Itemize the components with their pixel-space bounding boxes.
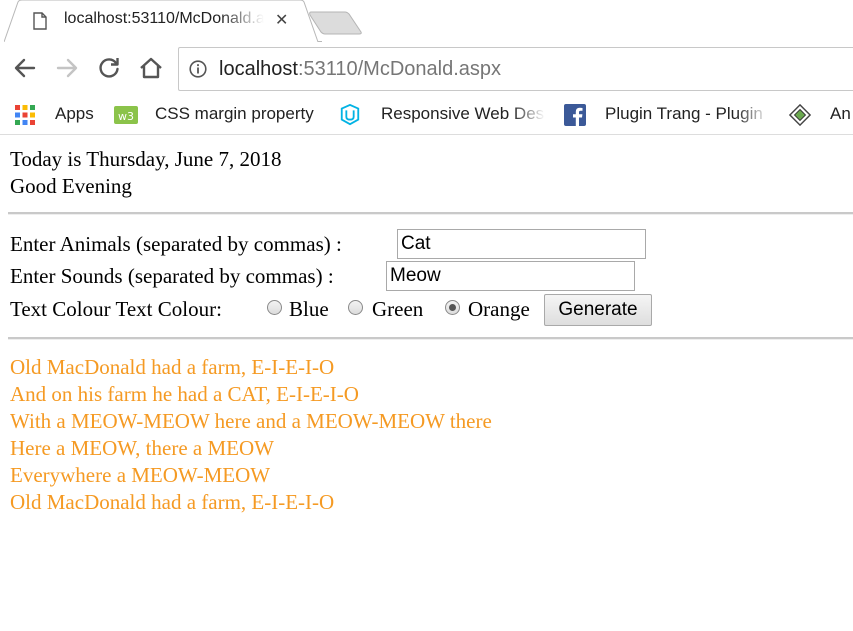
sounds-input[interactable] [386,261,635,291]
top-divider [8,212,853,215]
song-line: Old MacDonald had a farm, E-I-E-I-O [10,490,335,514]
orange-radio[interactable] [445,300,460,315]
bookmark-css-margin[interactable]: w3 CSS margin property [114,96,328,134]
bookmark-plugin-trang[interactable]: Plugin Trang - Plugin [564,96,774,134]
w3schools-icon: w3 [114,106,138,124]
bookmark-label: Plugin Trang - Plugin [605,104,763,123]
url-path: :53110/McDonald.aspx [297,58,502,80]
udacity-icon [340,104,360,126]
home-icon[interactable] [138,54,164,82]
facebook-icon [564,104,586,126]
song-line: Everywhere a MEOW-MEOW [10,463,271,487]
tab-strip: localhost:53110/McDonald.aspx ✕ [0,0,853,42]
greeting-line: Good Evening [10,174,132,198]
generate-button[interactable]: Generate [544,294,652,326]
url-text: localhost:53110/McDonald.aspx [219,58,501,81]
orange-label: Orange [468,297,530,321]
blue-label: Blue [289,297,329,321]
reload-icon[interactable] [96,54,122,82]
bookmark-an[interactable]: An [788,96,853,134]
address-bar[interactable]: localhost:53110/McDonald.aspx [178,47,853,91]
song-line: Here a MEOW, there a MEOW [10,436,274,460]
date-line: Today is Thursday, June 7, 2018 [10,147,282,171]
url-host: localhost [219,58,298,80]
tab-title: localhost:53110/McDonald.aspx [64,10,264,27]
site-icon [788,104,812,126]
bookmarks-bar: Apps w3 CSS margin property Responsive W… [0,96,853,135]
colour-label: Text Colour Text Colour: [10,297,222,321]
apps-grid-icon [15,105,35,125]
page-content: Today is Thursday, June 7, 2018 Good Eve… [10,146,853,200]
sounds-label: Enter Sounds (separated by commas) : [10,264,334,288]
green-radio[interactable] [348,300,363,315]
blue-radio[interactable] [267,300,282,315]
page-icon [33,12,47,30]
bookmark-label: Responsive Web Design [381,104,545,123]
song-line: Old MacDonald had a farm, E-I-E-I-O [10,355,335,379]
close-tab-icon[interactable]: ✕ [275,10,288,29]
back-icon[interactable] [12,54,38,82]
animals-input[interactable] [397,229,646,259]
song-line: With a MEOW-MEOW here and a MEOW-MEOW th… [10,409,492,433]
bookmark-label: CSS margin property [155,104,314,123]
info-icon[interactable] [189,60,207,78]
forward-icon[interactable] [54,54,80,82]
new-tab-button[interactable] [309,10,365,36]
green-label: Green [372,297,424,321]
bookmark-label: An [830,104,851,123]
browser-tab[interactable]: localhost:53110/McDonald.aspx ✕ [4,0,322,42]
animals-label: Enter Animals (separated by commas) : [10,232,342,256]
bookmark-apps[interactable]: Apps [14,96,104,134]
bookmark-label: Apps [55,104,94,123]
bookmark-responsive-web-design[interactable]: Responsive Web Design [338,96,548,134]
svg-text:w3: w3 [118,110,134,123]
song-line: And on his farm he had a CAT, E-I-E-I-O [10,382,359,406]
song-lyrics: Old MacDonald had a farm, E-I-E-I-O And … [10,354,492,516]
bottom-divider [8,337,853,340]
